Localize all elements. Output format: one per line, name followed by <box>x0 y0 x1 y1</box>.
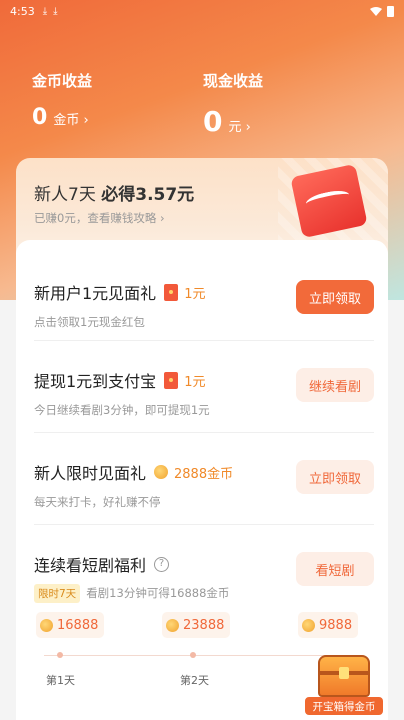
gold-coin-icon <box>302 618 315 632</box>
coin-earnings[interactable]: 金币收益 0 金币 › <box>32 70 92 130</box>
treasure-chest-icon[interactable] <box>318 655 370 697</box>
streak-rewards: 16888 23888 9888 <box>16 612 388 652</box>
coin-earnings-title: 金币收益 <box>32 72 93 90</box>
open-chest-button[interactable]: 开宝箱得金币 <box>305 697 383 715</box>
status-time: 4:53 <box>10 4 35 18</box>
watch-short-drama-button[interactable]: 看短剧 <box>296 552 374 586</box>
help-icon[interactable]: ? <box>154 556 170 572</box>
red-packet-icon <box>164 283 179 301</box>
claim-button[interactable]: 立即领取 <box>296 460 374 494</box>
divider <box>34 524 374 525</box>
earnings-summary: 金币收益 0 金币 › 现金收益 0 元 › <box>0 70 404 150</box>
task-reward: 2888金币 <box>174 466 234 482</box>
divider <box>34 340 374 341</box>
banner-title: 新人7天 必得3.57元 <box>34 185 195 205</box>
coin-earnings-value: 0 <box>32 105 48 130</box>
cash-earnings-unit: 元 › <box>228 120 251 135</box>
limited-time-tag: 限时7天 <box>34 584 81 603</box>
task-reward: 1元 <box>184 374 206 390</box>
streak-reward-pill: 23888 <box>162 612 231 638</box>
red-packet-icon <box>164 371 179 389</box>
task-title: 新用户1元见面礼 <box>34 284 157 303</box>
task-title: 提现1元到支付宝 <box>34 372 157 391</box>
gold-coin-icon <box>154 465 169 479</box>
task-subtitle: 今日继续看剧3分钟，即可提现1元 <box>34 403 210 417</box>
earning-guide-link[interactable]: 已赚0元，查看赚钱攻略 › <box>34 210 165 226</box>
task-reward: 1元 <box>184 286 206 302</box>
gold-coin-icon <box>166 618 179 632</box>
streak-day-dot <box>190 652 196 658</box>
streak-day-label: 第1天 <box>46 674 75 687</box>
download-icon: ⤓ <box>42 5 48 17</box>
task-subtitle: 限时7天 看剧13分钟可得16888金币 <box>34 584 229 603</box>
task-title: 连续看短剧福利 <box>34 556 147 575</box>
wifi-icon <box>370 6 382 16</box>
streak-day-dot <box>57 652 63 658</box>
cash-earnings[interactable]: 现金收益 0 元 › <box>203 70 263 138</box>
task-subtitle: 点击领取1元现金红包 <box>34 315 145 329</box>
status-bar: 4:53 ⤓ ⤓ <box>0 0 404 22</box>
streak-day-label: 第2天 <box>180 674 209 687</box>
battery-icon <box>387 5 394 17</box>
download-icon: ⤓ <box>53 5 58 17</box>
continue-watching-button[interactable]: 继续看剧 <box>296 368 374 402</box>
task-title: 新人限时见面礼 <box>34 464 147 483</box>
claim-button[interactable]: 立即领取 <box>296 280 374 314</box>
divider <box>34 432 374 433</box>
task-subtitle: 每天来打卡，好礼赚不停 <box>34 495 161 509</box>
coin-earnings-unit: 金币 › <box>53 113 89 128</box>
streak-reward-pill: 16888 <box>36 612 105 638</box>
task-item: 新人限时见面礼 2888金币 每天来打卡，好礼赚不停 立即领取 <box>34 460 374 530</box>
streak-track <box>44 655 360 656</box>
streak-reward-value: 16888 <box>57 617 99 633</box>
cash-earnings-value: 0 <box>203 105 223 138</box>
streak-reward-value: 23888 <box>183 617 225 633</box>
gold-coin-icon <box>40 618 53 632</box>
streak-reward-pill: 9888 <box>298 612 359 638</box>
cash-earnings-title: 现金收益 <box>203 72 264 90</box>
streak-reward-value: 9888 <box>319 617 353 633</box>
task-item: 提现1元到支付宝 1元 今日继续看剧3分钟，即可提现1元 继续看剧 <box>34 368 374 438</box>
